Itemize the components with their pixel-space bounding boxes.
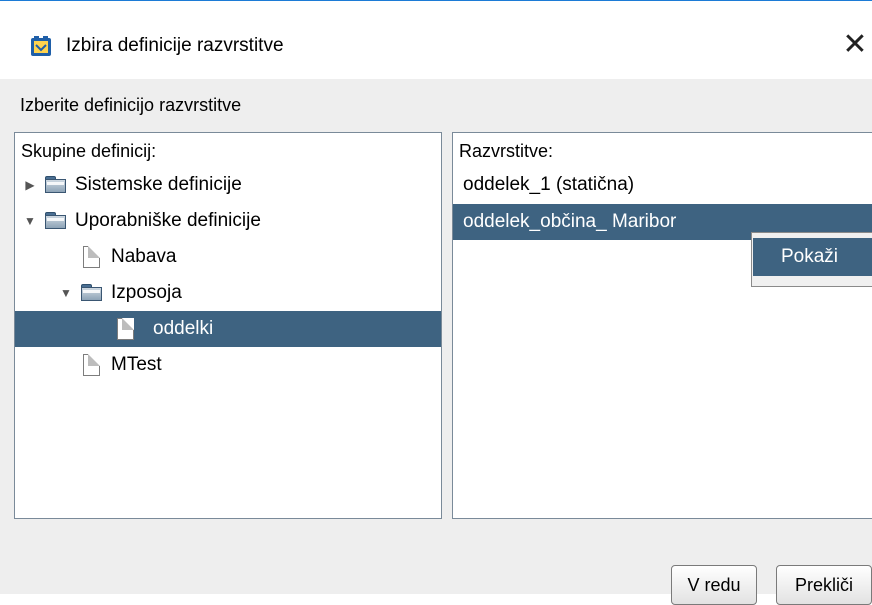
document-icon xyxy=(83,246,100,268)
expand-arrow-icon[interactable]: ▶ xyxy=(23,178,37,192)
list-item-label: oddelek_občina_ Maribor xyxy=(463,211,677,232)
classifications-panel[interactable]: Razvrstitve: oddelek_1 (statična) oddele… xyxy=(452,132,872,519)
title-bar[interactable]: Izbira definicije razvrstitve ✕ xyxy=(0,1,872,79)
cancel-button[interactable]: Prekliči xyxy=(776,565,872,605)
tree-item-oddelki[interactable]: oddelki xyxy=(15,311,441,347)
tree-item-uporabniske-definicije[interactable]: ▼ Uporabniške definicije xyxy=(15,203,441,239)
tree-item-label: Uporabniške definicije xyxy=(75,210,261,231)
close-icon[interactable]: ✕ xyxy=(838,25,872,65)
context-menu: Pokaži xyxy=(751,232,872,287)
tree-item-label: Sistemske definicije xyxy=(75,174,242,195)
definition-groups-panel[interactable]: Skupine definicij: ▶ Sistemske definicij… xyxy=(14,132,442,519)
context-menu-item-pokazi[interactable]: Pokaži xyxy=(753,238,872,276)
document-icon xyxy=(117,318,134,340)
tree-item-mtest[interactable]: MTest xyxy=(15,347,441,383)
tree-item-label: MTest xyxy=(111,354,162,375)
folder-icon xyxy=(45,176,67,194)
tree-item-label: Izposoja xyxy=(111,282,182,303)
open-folder-icon xyxy=(81,284,103,302)
tree-item-label: Nabava xyxy=(111,246,177,267)
classifications-header: Razvrstitve: xyxy=(459,141,554,161)
tree-item-sistemske-definicije[interactable]: ▶ Sistemske definicije xyxy=(15,167,441,203)
document-icon xyxy=(83,354,100,376)
list-item-oddelek-1[interactable]: oddelek_1 (statična) xyxy=(453,167,872,203)
context-menu-item-label: Pokaži xyxy=(781,246,839,267)
window-title: Izbira definicije razvrstitve xyxy=(66,35,284,56)
list-item-label: oddelek_1 (statična) xyxy=(463,174,635,195)
tree-item-label: oddelki xyxy=(153,318,214,339)
definition-groups-header: Skupine definicij: xyxy=(21,141,157,161)
dialog-window: Izbira definicije razvrstitve ✕ Izberite… xyxy=(0,0,872,605)
collapse-arrow-icon[interactable]: ▼ xyxy=(23,214,37,228)
dialog-content: Izberite definicijo razvrstitve Skupine … xyxy=(0,79,872,605)
open-folder-icon xyxy=(45,212,67,230)
tree-item-nabava[interactable]: Nabava xyxy=(15,239,441,275)
app-icon xyxy=(31,36,51,56)
collapse-arrow-icon[interactable]: ▼ xyxy=(59,286,73,300)
tree-item-izposoja[interactable]: ▼ Izposoja xyxy=(15,275,441,311)
dialog-subtitle: Izberite definicijo razvrstitve xyxy=(20,95,242,115)
ok-button[interactable]: V redu xyxy=(671,565,757,605)
